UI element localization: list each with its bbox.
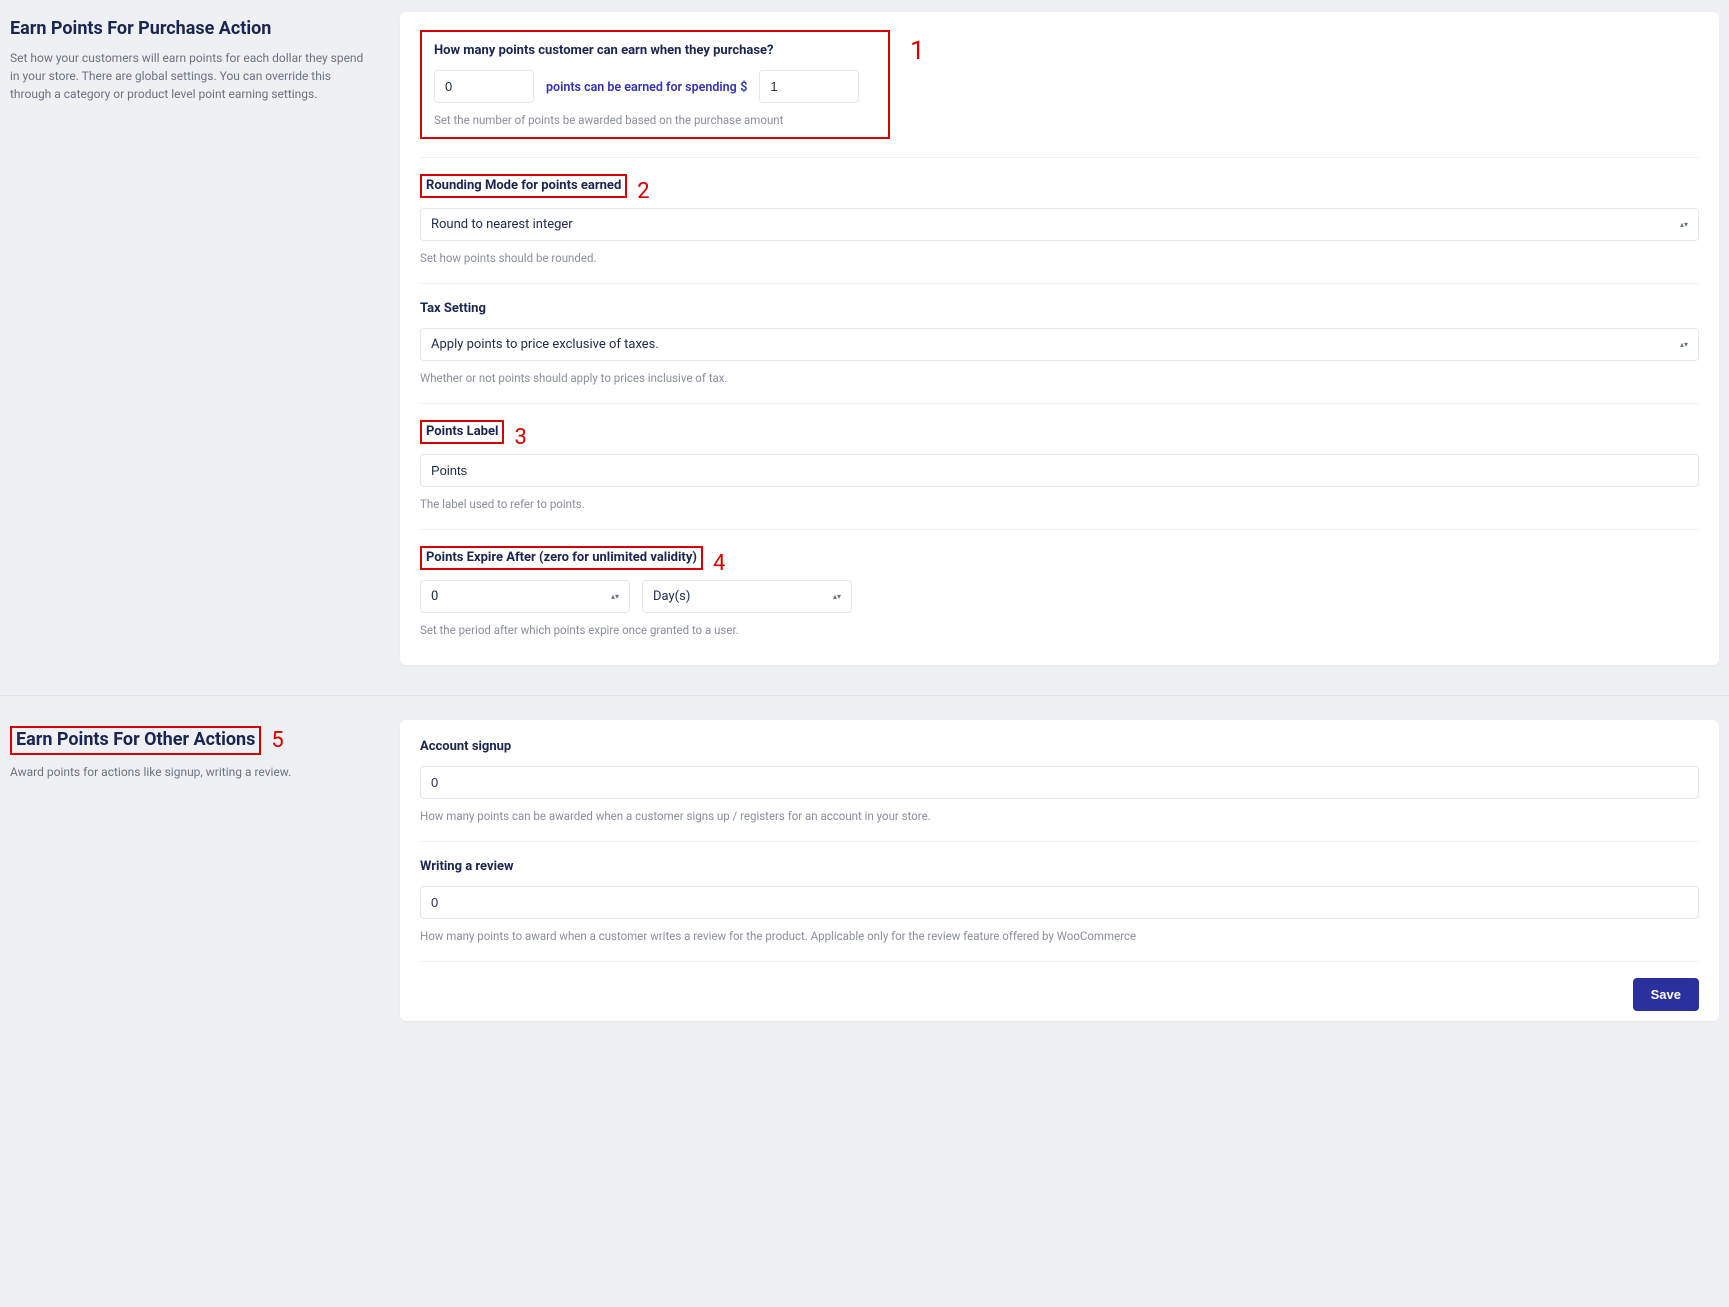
field-label: Rounding Mode for points earned bbox=[426, 178, 621, 193]
help-text: How many points can be awarded when a cu… bbox=[420, 809, 1699, 823]
field-writing-review: Writing a review How many points to awar… bbox=[420, 858, 1699, 962]
field-label: Tax Setting bbox=[420, 301, 486, 316]
annotation-number-2: 2 bbox=[637, 179, 649, 204]
field-points-label: Points Label 3 The label used to refer t… bbox=[420, 420, 1699, 530]
field-points-per-purchase: How many points customer can earn when t… bbox=[420, 30, 1699, 158]
field-account-signup: Account signup How many points can be aw… bbox=[420, 738, 1699, 842]
select-value: Day(s) bbox=[653, 589, 690, 604]
field-label: Points Expire After (zero for unlimited … bbox=[426, 550, 697, 565]
field-label: Points Label bbox=[426, 424, 498, 439]
points-spend-row: points can be earned for spending $ bbox=[434, 70, 876, 103]
field-tax-setting: Tax Setting Apply points to price exclus… bbox=[420, 300, 1699, 404]
points-earned-input[interactable] bbox=[434, 70, 534, 103]
chevron-updown-icon: ▴▾ bbox=[833, 594, 841, 600]
section-divider bbox=[0, 695, 1729, 696]
field-label: How many points customer can earn when t… bbox=[434, 43, 774, 58]
chevron-updown-icon: ▴▾ bbox=[611, 594, 619, 600]
section-header: Earn Points For Purchase Action Set how … bbox=[10, 12, 380, 665]
field-label: Account signup bbox=[420, 739, 511, 754]
inline-label: points can be earned for spending $ bbox=[546, 79, 747, 95]
field-points-expire: Points Expire After (zero for unlimited … bbox=[420, 546, 1699, 655]
section-other-actions: Earn Points For Other Actions 5 Award po… bbox=[0, 720, 1729, 1021]
help-text: The label used to refer to points. bbox=[420, 497, 1699, 511]
help-text: Whether or not points should apply to pr… bbox=[420, 371, 1699, 385]
annotation-box-4: Points Expire After (zero for unlimited … bbox=[420, 546, 703, 570]
spend-amount-input[interactable] bbox=[759, 70, 859, 103]
annotation-number-4: 4 bbox=[713, 551, 725, 576]
annotation-box-1: How many points customer can earn when t… bbox=[420, 30, 890, 139]
annotation-number-5: 5 bbox=[271, 728, 283, 753]
field-rounding-mode: Rounding Mode for points earned 2 Round … bbox=[420, 174, 1699, 284]
save-button[interactable]: Save bbox=[1633, 978, 1699, 1011]
select-value: 0 bbox=[431, 589, 438, 604]
select-value: Apply points to price exclusive of taxes… bbox=[431, 337, 659, 352]
settings-card-other: Account signup How many points can be aw… bbox=[400, 720, 1719, 1021]
expire-number-select[interactable]: 0 ▴▾ bbox=[420, 580, 630, 613]
help-text: Set the number of points be awarded base… bbox=[434, 113, 876, 127]
review-points-input[interactable] bbox=[420, 886, 1699, 919]
expire-unit-select[interactable]: Day(s) ▴▾ bbox=[642, 580, 852, 613]
annotation-box-3: Points Label bbox=[420, 420, 504, 444]
tax-setting-select[interactable]: Apply points to price exclusive of taxes… bbox=[420, 328, 1699, 361]
select-value: Round to nearest integer bbox=[431, 217, 573, 232]
chevron-updown-icon: ▴▾ bbox=[1680, 222, 1688, 228]
help-text: How many points to award when a customer… bbox=[420, 929, 1699, 943]
section-purchase-points: Earn Points For Purchase Action Set how … bbox=[0, 12, 1729, 665]
points-label-input[interactable] bbox=[420, 454, 1699, 487]
field-label: Writing a review bbox=[420, 859, 514, 874]
signup-points-input[interactable] bbox=[420, 766, 1699, 799]
save-row: Save bbox=[420, 978, 1699, 1011]
section-header: Earn Points For Other Actions 5 Award po… bbox=[10, 720, 380, 1021]
section-title: Earn Points For Purchase Action bbox=[10, 18, 380, 39]
annotation-box-2: Rounding Mode for points earned bbox=[420, 174, 627, 198]
section-title: Earn Points For Other Actions bbox=[16, 729, 255, 750]
annotation-number-1: 1 bbox=[910, 36, 925, 66]
settings-card-purchase: How many points customer can earn when t… bbox=[400, 12, 1719, 665]
help-text: Set how points should be rounded. bbox=[420, 251, 1699, 265]
section-description: Set how your customers will earn points … bbox=[10, 49, 370, 103]
annotation-box-5: Earn Points For Other Actions bbox=[10, 726, 261, 755]
help-text: Set the period after which points expire… bbox=[420, 623, 1699, 637]
chevron-updown-icon: ▴▾ bbox=[1680, 342, 1688, 348]
section-description: Award points for actions like signup, wr… bbox=[10, 763, 370, 781]
rounding-mode-select[interactable]: Round to nearest integer ▴▾ bbox=[420, 208, 1699, 241]
annotation-number-3: 3 bbox=[514, 425, 526, 450]
